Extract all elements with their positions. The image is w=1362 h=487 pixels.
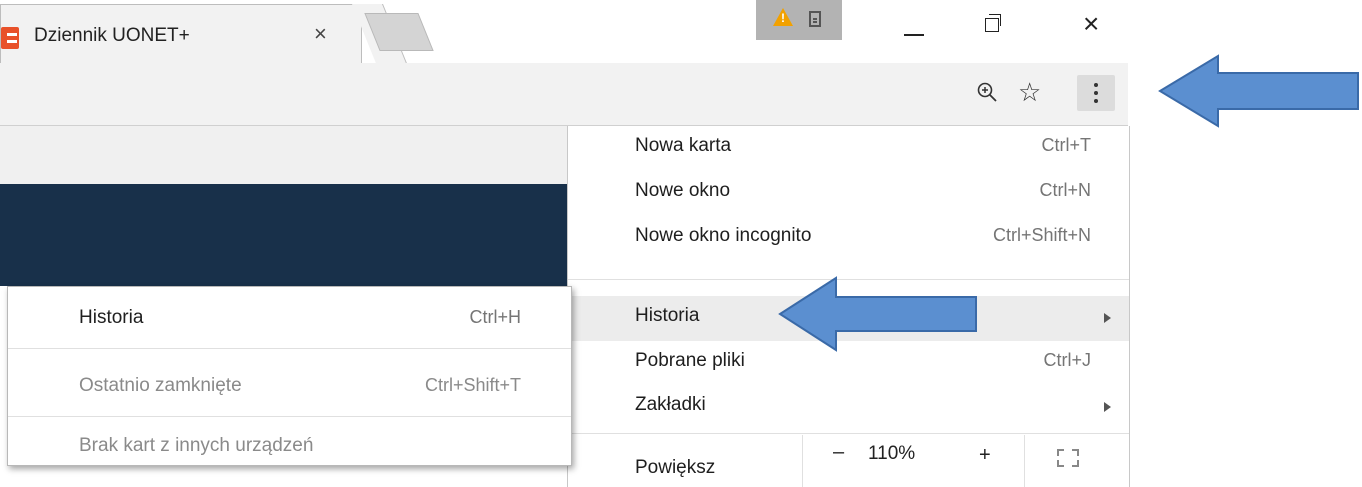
restore-icon[interactable] [985,14,1002,32]
menu-dots-button[interactable] [1077,75,1115,111]
fullscreen-corner [1072,460,1079,467]
menu-item-shortcut: Ctrl+T [1041,135,1092,155]
zoom-divider [1024,435,1025,487]
menu-item-incognito[interactable]: Nowe okno incognito Ctrl+Shift+N [568,216,1129,261]
menu-item-label: Nowe okno [635,180,731,201]
active-tab[interactable]: Dziennik UONET+ × [0,4,362,65]
submenu-item-shortcut: Ctrl+H [469,307,521,327]
menu-item-shortcut: Ctrl+N [1039,180,1091,200]
fullscreen-corner [1072,449,1079,456]
window-close-icon[interactable]: × [1083,10,1099,38]
menu-separator [568,433,1129,434]
uonet-logo-icon [1,27,19,49]
fullscreen-corner [1057,449,1064,456]
toolbar: ☆ [0,63,1128,126]
menu-item-new-tab[interactable]: Nowa karta Ctrl+T [568,126,1129,171]
menu-item-shortcut: Ctrl+Shift+N [992,225,1091,245]
minimize-icon[interactable] [904,34,924,36]
zoom-icon[interactable] [977,82,997,102]
page-topbar [0,126,568,184]
submenu-item-label: Brak kart z innych urządzeń [79,435,314,456]
tab-close-icon[interactable]: × [314,22,327,46]
fullscreen-icon[interactable] [1057,449,1079,467]
menu-item-new-window[interactable]: Nowe okno Ctrl+N [568,171,1129,216]
menu-item-label: Zakładki [635,394,706,415]
menu-item-label: Pobrane pliki [635,350,745,371]
menu-dot [1094,83,1098,87]
menu-item-bookmarks[interactable]: Zakładki [568,385,1129,430]
submenu-arrow-icon [1104,313,1111,323]
reader-icon[interactable] [809,11,821,27]
zoom-label: Powiększ [635,457,716,478]
tab-title: Dziennik UONET+ [34,25,190,46]
zoom-level: 110% [868,443,916,464]
menu-item-zoom: Powiększ [568,435,1129,480]
menu-item-label: Nowa karta [635,135,732,156]
submenu-item-history[interactable]: Historia Ctrl+H [8,287,571,347]
menu-item-label: Nowe okno incognito [635,225,812,246]
menu-item-shortcut: Ctrl+J [1043,350,1091,370]
star-icon[interactable]: ☆ [1018,78,1041,106]
submenu-item-label: Ostatnio zamknięte [79,375,242,396]
menu-dot [1094,99,1098,103]
submenu-item-recently-closed: Ostatnio zamknięte Ctrl+Shift+T [8,355,571,415]
warning-icon[interactable]: ! [773,8,793,26]
submenu-item-shortcut: Ctrl+Shift+T [424,375,521,395]
page-header [0,184,568,286]
submenu-separator [8,348,571,349]
tab-strip: Dziennik UONET+ × ! × [0,0,1150,65]
zoom-divider [802,435,803,487]
fullscreen-corner [1057,460,1064,467]
annotation-arrow-menu [1158,54,1359,128]
extension-area[interactable]: ! [756,0,842,40]
submenu-separator [8,416,571,417]
annotation-arrow-history [778,276,977,352]
submenu-item-no-tabs: Brak kart z innych urządzeń [8,423,571,483]
menu-dot [1094,91,1098,95]
menu-item-label: Historia [635,305,700,326]
history-submenu: Historia Ctrl+H Ostatnio zamknięte Ctrl+… [7,286,572,466]
submenu-item-label: Historia [79,307,144,328]
submenu-arrow-icon [1104,402,1111,412]
zoom-out-button[interactable]: – [833,441,844,464]
zoom-in-button[interactable]: + [979,444,991,467]
